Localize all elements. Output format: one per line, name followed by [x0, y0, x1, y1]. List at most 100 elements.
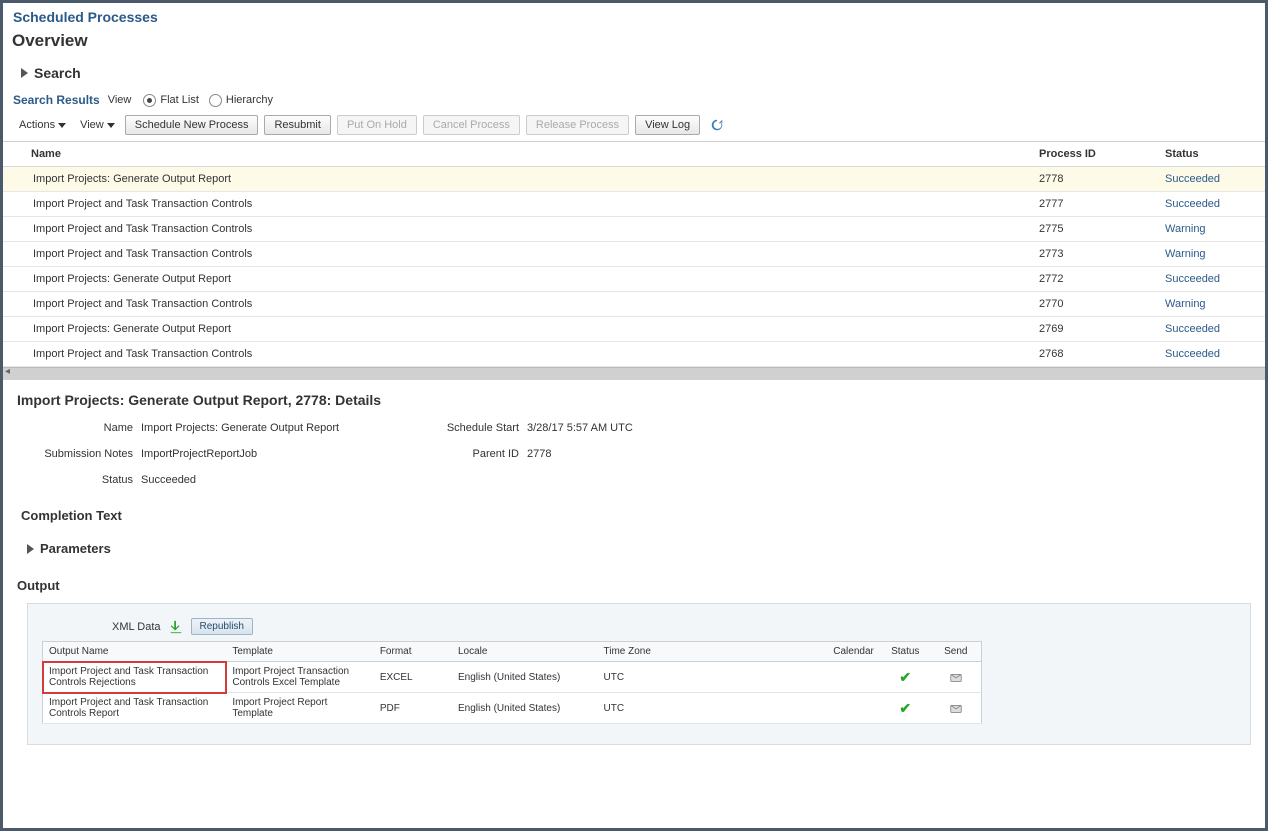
- send-button[interactable]: [931, 693, 982, 724]
- outcell-name: Import Project and Task Transaction Cont…: [43, 693, 227, 724]
- field-schedule-start-value: 3/28/17 5:57 AM UTC: [527, 422, 727, 434]
- download-icon[interactable]: [169, 620, 183, 634]
- parameters-disclosure[interactable]: Parameters: [27, 541, 1251, 556]
- field-parent-id-value: 2778: [527, 448, 727, 460]
- view-menu-label: View: [80, 119, 104, 131]
- field-schedule-start-label: Schedule Start: [429, 422, 519, 434]
- actions-menu[interactable]: Actions: [15, 117, 70, 133]
- field-submission-notes-label: Submission Notes: [23, 448, 133, 460]
- cell-process-id: 2778: [1033, 167, 1159, 192]
- cell-process-id: 2775: [1033, 217, 1159, 242]
- cell-name: Import Projects: Generate Output Report: [3, 267, 1033, 292]
- view-log-button[interactable]: View Log: [635, 115, 700, 135]
- outcell-name: Import Project and Task Transaction Cont…: [43, 662, 227, 693]
- table-row[interactable]: Import Project and Task Transaction Cont…: [3, 342, 1265, 367]
- table-row[interactable]: Import Projects: Generate Output Report2…: [3, 167, 1265, 192]
- page-title: Scheduled Processes: [3, 3, 1265, 27]
- cell-name: Import Projects: Generate Output Report: [3, 317, 1033, 342]
- field-parent-id-label: Parent ID: [429, 448, 519, 460]
- cell-name: Import Project and Task Transaction Cont…: [3, 242, 1033, 267]
- outcell-format: EXCEL: [374, 662, 452, 693]
- field-submission-notes-value: ImportProjectReportJob: [141, 448, 421, 460]
- status-link[interactable]: Succeeded: [1165, 348, 1220, 360]
- radio-hierarchy[interactable]: [209, 94, 222, 107]
- field-name-label: Name: [23, 422, 133, 434]
- status-link[interactable]: Succeeded: [1165, 198, 1220, 210]
- table-row[interactable]: Import Project and Task Transaction Cont…: [3, 192, 1265, 217]
- cell-process-id: 2769: [1033, 317, 1159, 342]
- send-button[interactable]: [931, 662, 982, 693]
- search-results-label: Search Results: [13, 93, 100, 107]
- status-link[interactable]: Succeeded: [1165, 323, 1220, 335]
- outcol-timezone[interactable]: Time Zone: [598, 642, 828, 662]
- search-label: Search: [34, 65, 81, 81]
- completion-text-heading: Completion Text: [21, 508, 1251, 523]
- outcell-timezone: UTC: [598, 662, 828, 693]
- refresh-icon[interactable]: [710, 118, 724, 132]
- table-row[interactable]: Import Project and Task Transaction Cont…: [3, 292, 1265, 317]
- outcol-send[interactable]: Send: [931, 642, 982, 662]
- field-status-label: Status: [23, 474, 133, 486]
- outcell-calendar: [827, 662, 880, 693]
- view-label: View: [108, 94, 132, 106]
- col-status[interactable]: Status: [1159, 142, 1265, 167]
- process-table: Name Process ID Status Import Projects: …: [3, 142, 1265, 367]
- search-disclosure[interactable]: Search: [3, 61, 1265, 91]
- caret-down-icon: [58, 123, 66, 128]
- outcol-status[interactable]: Status: [880, 642, 931, 662]
- output-table: Output Name Template Format Locale Time …: [42, 641, 982, 724]
- status-link[interactable]: Succeeded: [1165, 273, 1220, 285]
- cell-process-id: 2777: [1033, 192, 1159, 217]
- check-icon: ✔: [899, 700, 911, 716]
- col-name[interactable]: Name: [3, 142, 1033, 167]
- chevron-right-icon: [27, 544, 34, 554]
- xml-data-label: XML Data: [112, 621, 161, 633]
- check-icon: ✔: [899, 669, 911, 685]
- output-panel: XML Data Republish Output Name Template …: [27, 603, 1251, 745]
- outcell-format: PDF: [374, 693, 452, 724]
- outcell-template: Import Project Report Template: [226, 693, 373, 724]
- chevron-right-icon: [21, 68, 28, 78]
- status-link[interactable]: Warning: [1165, 223, 1206, 235]
- table-row[interactable]: Import Project and Task Transaction Cont…: [3, 242, 1265, 267]
- cell-name: Import Project and Task Transaction Cont…: [3, 192, 1033, 217]
- cell-process-id: 2772: [1033, 267, 1159, 292]
- outcell-locale: English (United States): [452, 693, 598, 724]
- col-process-id[interactable]: Process ID: [1033, 142, 1159, 167]
- status-link[interactable]: Succeeded: [1165, 173, 1220, 185]
- republish-button[interactable]: Republish: [191, 618, 253, 635]
- cell-process-id: 2773: [1033, 242, 1159, 267]
- outcol-format[interactable]: Format: [374, 642, 452, 662]
- outcol-output-name[interactable]: Output Name: [43, 642, 227, 662]
- outcol-template[interactable]: Template: [226, 642, 373, 662]
- outcol-locale[interactable]: Locale: [452, 642, 598, 662]
- output-heading: Output: [17, 578, 1251, 593]
- cell-name: Import Project and Task Transaction Cont…: [3, 292, 1033, 317]
- details-title: Import Projects: Generate Output Report,…: [17, 392, 1251, 408]
- cancel-process-button: Cancel Process: [423, 115, 520, 135]
- view-menu[interactable]: View: [76, 117, 119, 133]
- table-row[interactable]: Import Project and Task Transaction Cont…: [3, 217, 1265, 242]
- actions-menu-label: Actions: [19, 119, 55, 131]
- horizontal-scrollbar[interactable]: [3, 367, 1265, 380]
- output-row[interactable]: Import Project and Task Transaction Cont…: [43, 693, 982, 724]
- status-link[interactable]: Warning: [1165, 298, 1206, 310]
- release-process-button: Release Process: [526, 115, 629, 135]
- status-link[interactable]: Warning: [1165, 248, 1206, 260]
- radio-flat-list[interactable]: [143, 94, 156, 107]
- outcell-calendar: [827, 693, 880, 724]
- field-status-value: Succeeded: [141, 474, 421, 486]
- resubmit-button[interactable]: Resubmit: [264, 115, 330, 135]
- outcell-locale: English (United States): [452, 662, 598, 693]
- schedule-new-process-button[interactable]: Schedule New Process: [125, 115, 259, 135]
- radio-flat-list-label: Flat List: [160, 94, 199, 106]
- outcol-calendar[interactable]: Calendar: [827, 642, 880, 662]
- table-row[interactable]: Import Projects: Generate Output Report2…: [3, 267, 1265, 292]
- table-row[interactable]: Import Projects: Generate Output Report2…: [3, 317, 1265, 342]
- outcell-template: Import Project Transaction Controls Exce…: [226, 662, 373, 693]
- parameters-label: Parameters: [40, 541, 111, 556]
- cell-process-id: 2770: [1033, 292, 1159, 317]
- output-row[interactable]: Import Project and Task Transaction Cont…: [43, 662, 982, 693]
- put-on-hold-button: Put On Hold: [337, 115, 417, 135]
- cell-process-id: 2768: [1033, 342, 1159, 367]
